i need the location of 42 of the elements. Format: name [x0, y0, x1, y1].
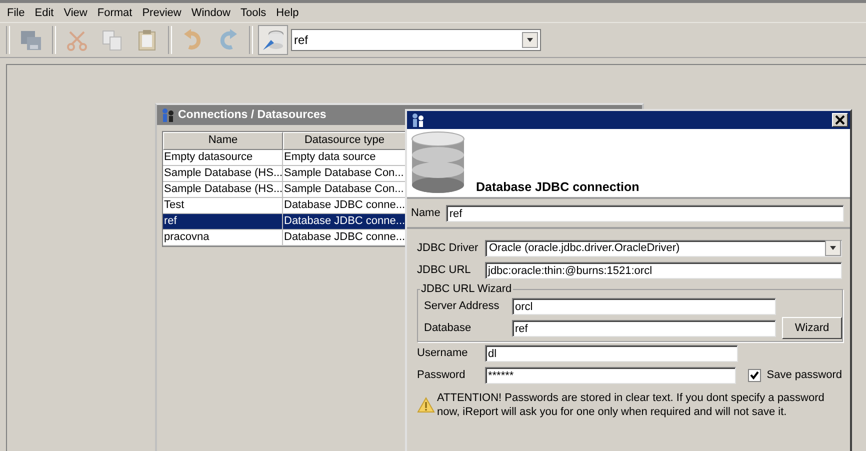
driver-dropdown[interactable]: Oracle (oracle.jdbc.driver.OracleDriver) — [485, 240, 842, 256]
field-label: Username — [417, 347, 469, 359]
password-field[interactable]: ****** — [485, 366, 736, 384]
field-label: JDBC URL — [417, 264, 472, 276]
wizard-button[interactable]: Wizard — [782, 317, 842, 339]
menu-item[interactable]: Edit — [30, 6, 59, 18]
menu-item[interactable]: View — [58, 6, 92, 18]
table-cell: Sample Database (HS... — [163, 166, 283, 182]
group-label: JDBC URL Wizard — [420, 283, 513, 295]
database-icon[interactable] — [410, 131, 466, 195]
field-label: Server Address — [423, 300, 500, 312]
menu-item[interactable]: Help — [271, 6, 304, 18]
column-header[interactable]: Datasource type — [283, 132, 406, 150]
field-label: Name — [411, 207, 440, 219]
field-label: JDBC Driver — [417, 242, 479, 254]
menu-item[interactable]: File — [2, 6, 30, 18]
input-field[interactable]: jdbc:oracle:thin:@burns:1521:orcl — [485, 262, 842, 278]
input-field[interactable]: orcl — [512, 298, 776, 314]
window-title: Connections / Datasources — [178, 109, 326, 121]
input-field[interactable]: dl — [485, 344, 738, 362]
column-header[interactable]: Name — [163, 132, 283, 150]
warning-icon[interactable] — [417, 397, 435, 413]
datasource-combo[interactable]: ref — [291, 29, 541, 51]
close-button[interactable] — [832, 113, 848, 127]
menu-item[interactable]: Window — [186, 6, 236, 18]
menu-item[interactable]: Format — [92, 6, 138, 18]
warning-message: ATTENTION! Passwords are stored in clear text. If you dont specify a password now, iReport will ask you for one only when required and will not save it. — [437, 391, 826, 419]
menu-item[interactable]: Preview — [137, 6, 186, 18]
people-icon[interactable] — [410, 112, 426, 128]
input-field[interactable]: ref — [512, 320, 776, 336]
menu-item[interactable]: Tools — [235, 6, 272, 18]
table-cell: Empty datasource — [163, 150, 283, 166]
field-label: Password — [417, 369, 466, 381]
checkbox-label: Save password — [766, 369, 842, 381]
table-cell: ref — [163, 214, 283, 230]
close-icon[interactable] — [835, 115, 845, 125]
input-field[interactable]: ref — [446, 204, 844, 222]
dialog-heading: Database JDBC connection — [476, 180, 640, 195]
field-label: Database — [423, 322, 472, 334]
table-cell: Sample Database (HS... — [163, 182, 283, 198]
table-row[interactable]: ref Database JDBC conne... — [163, 214, 406, 230]
table-cell: pracovna — [163, 230, 283, 246]
